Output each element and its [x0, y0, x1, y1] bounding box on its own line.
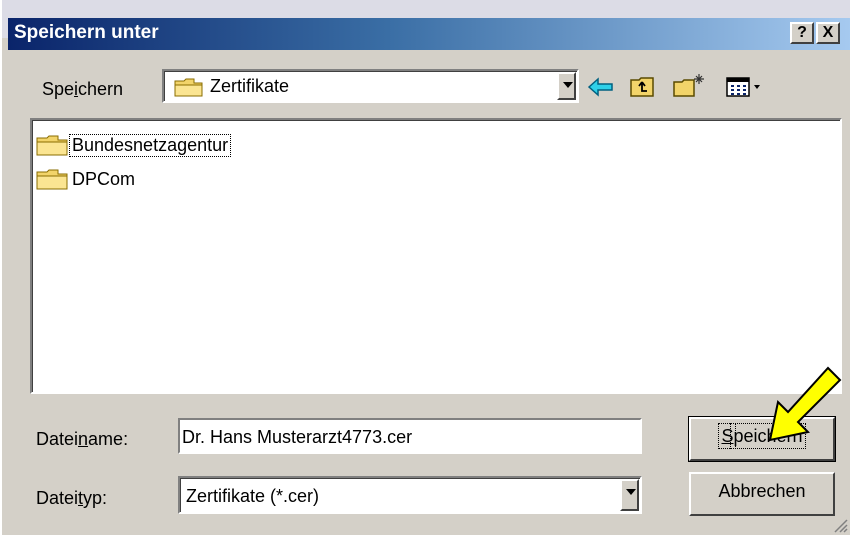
folder-icon: [36, 135, 68, 156]
filetype-dropdown[interactable]: Zertifikate (*.cer): [178, 476, 642, 514]
help-button[interactable]: ?: [790, 22, 814, 44]
look-in-dropdown[interactable]: Zertifikate: [162, 69, 579, 103]
look-in-value: Zertifikate: [210, 76, 290, 96]
filetype-value: Zertifikate (*.cer): [186, 486, 320, 506]
list-item-label: Bundesnetzagentur: [68, 134, 232, 157]
file-list[interactable]: Bundesnetzagentur DPCom: [30, 118, 842, 394]
save-as-dialog: Speichern unter ? X Speichern Zertifikat…: [0, 0, 850, 535]
folder-icon: [174, 78, 203, 97]
look-in-dropdown-button[interactable]: [557, 72, 576, 100]
new-folder-icon[interactable]: [672, 72, 706, 102]
filename-input[interactable]: [182, 427, 636, 448]
folder-icon: [36, 169, 68, 190]
cancel-button-label: Abbrechen: [718, 481, 806, 501]
list-item-label: DPCom: [72, 169, 136, 189]
close-button[interactable]: X: [816, 22, 840, 44]
annotation-arrow-icon: [768, 366, 842, 442]
back-arrow-icon[interactable]: [586, 72, 616, 102]
cancel-button[interactable]: Abbrechen: [689, 472, 835, 516]
up-one-level-icon[interactable]: [628, 72, 658, 102]
filename-label: Dateiname:: [36, 429, 129, 449]
view-menu-icon[interactable]: [724, 72, 768, 102]
filename-field[interactable]: [178, 418, 642, 454]
resize-grip-icon[interactable]: [832, 517, 848, 533]
filetype-label: Dateityp:: [36, 488, 108, 508]
look-in-label: Speichern: [42, 79, 124, 99]
title-bar-area: Speichern unter ? X: [2, 0, 850, 50]
filetype-dropdown-button[interactable]: [620, 479, 639, 511]
dialog-title: Speichern unter: [14, 22, 159, 43]
